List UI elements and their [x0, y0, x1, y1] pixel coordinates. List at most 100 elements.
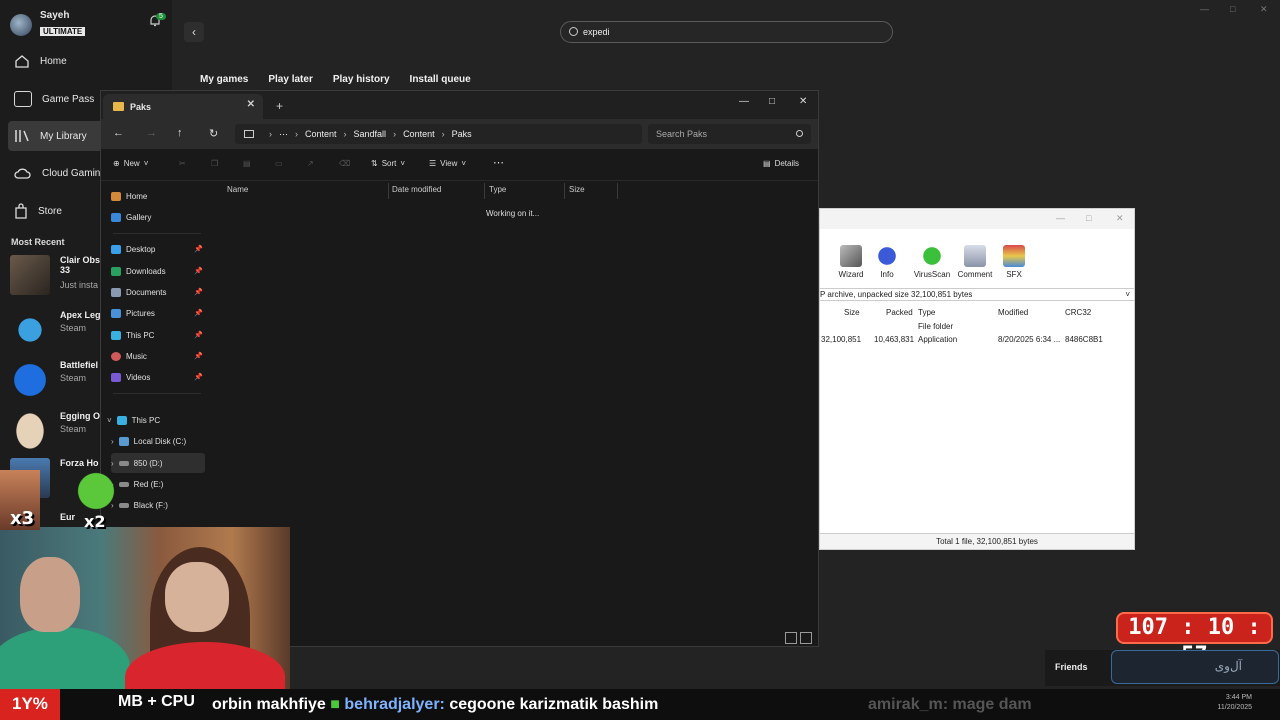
tab-install-queue[interactable]: Install queue	[410, 74, 471, 85]
column-divider[interactable]	[388, 183, 389, 199]
recent-item[interactable]: Egging O Steam	[10, 411, 100, 451]
info-button[interactable]: Info	[862, 245, 912, 279]
nav-label: Game Pass	[42, 93, 95, 105]
minimize-icon[interactable]: —	[739, 96, 749, 107]
column-divider[interactable]	[484, 183, 485, 199]
details-view-icon[interactable]	[785, 632, 797, 644]
recent-item[interactable]: Apex Leg Steam	[10, 310, 100, 350]
tab-play-later[interactable]: Play later	[268, 74, 312, 85]
friends-search-input[interactable]: آل‌وی	[1111, 650, 1279, 684]
recent-name: Clair Obs 33	[60, 255, 100, 275]
nav-videos[interactable]: Videos 📌	[111, 367, 205, 387]
column-header-type[interactable]: Type	[918, 308, 935, 317]
share-icon[interactable]: ↗	[307, 159, 314, 168]
chat-ticker: 1Y% MB + CPU orbin makhfiye ■ behradjaly…	[0, 689, 1280, 720]
column-header-name[interactable]: Name	[227, 185, 248, 194]
nav-home[interactable]: Home	[111, 186, 205, 206]
nav-this-pc-pinned[interactable]: This PC 📌	[111, 325, 205, 345]
back-button[interactable]: ‹	[184, 22, 204, 42]
forward-arrow-icon[interactable]: →	[146, 127, 157, 139]
profile[interactable]: Sayeh ULTIMATE	[10, 10, 86, 39]
nav-desktop[interactable]: Desktop 📌	[111, 239, 205, 259]
view-button[interactable]: ☰ View ˅	[429, 159, 466, 168]
avatar	[10, 13, 32, 36]
tiles-view-icon[interactable]	[800, 632, 812, 644]
more-icon[interactable]: ⋯	[279, 129, 288, 140]
column-divider[interactable]	[564, 183, 565, 199]
home-icon	[15, 55, 29, 68]
taskbar-clock[interactable]: 3:44 PM 11/20/2025	[1210, 693, 1252, 713]
maximize-icon[interactable]: □	[769, 96, 775, 107]
recent-item[interactable]: Battlefiel Steam	[10, 360, 100, 400]
paste-icon[interactable]: ▤	[243, 159, 251, 168]
nav-drive-e[interactable]: ›Red (E:)	[111, 474, 205, 494]
column-header-packed[interactable]: Packed	[886, 308, 913, 317]
breadcrumb-item[interactable]: Content	[305, 129, 337, 139]
nav-label: Documents	[126, 287, 167, 297]
up-arrow-icon[interactable]: ↑	[177, 127, 183, 139]
delete-icon[interactable]: ⌫	[339, 159, 350, 168]
tab-play-history[interactable]: Play history	[333, 74, 390, 85]
sort-label: Sort	[381, 159, 397, 168]
recent-item[interactable]: Clair Obs 33 Just insta	[10, 255, 100, 295]
nav-music[interactable]: Music 📌	[111, 346, 205, 366]
new-button[interactable]: ⊕ New ˅	[113, 159, 148, 168]
nav-downloads[interactable]: Downloads 📌	[111, 261, 205, 281]
breadcrumb-item[interactable]: Content	[403, 129, 435, 139]
explorer-tab[interactable]: Paks ✕	[103, 94, 263, 119]
back-arrow-icon[interactable]: ←	[113, 127, 124, 139]
nav-gallery[interactable]: Gallery	[111, 207, 205, 227]
nav-label: Home	[40, 55, 67, 67]
game-thumbnail	[10, 360, 50, 400]
column-header-size[interactable]: Size	[569, 185, 585, 194]
chevron-down-icon[interactable]: ˅	[1125, 289, 1130, 300]
sort-button[interactable]: ⇅ Sort ˅	[371, 159, 405, 168]
nav-label: Gallery	[126, 212, 152, 222]
nav-label: My Library	[40, 130, 87, 142]
breadcrumb-item[interactable]: Paks	[452, 129, 472, 139]
nav-drive-d[interactable]: › 850 (D:)	[111, 453, 205, 473]
column-header-modified[interactable]: Modified	[998, 308, 1028, 317]
nav-drive-f[interactable]: ›Black (F:)	[111, 495, 205, 515]
column-header-date-modified[interactable]: Date modified	[392, 185, 441, 194]
sfx-button[interactable]: SFX	[989, 245, 1039, 279]
stream-timer: 107 : 10 : 57	[1116, 612, 1273, 668]
close-icon[interactable]: ✕	[799, 96, 807, 107]
archive-path-bar[interactable]: P archive, unpacked size 32,100,851 byte…	[820, 288, 1134, 301]
close-icon[interactable]: ✕	[247, 99, 255, 110]
copy-icon[interactable]: ❐	[211, 159, 218, 168]
address-bar[interactable]: › ⋯ › Content › Sandfall › Content › Pak…	[235, 124, 642, 144]
rename-icon[interactable]: ▭	[275, 159, 283, 168]
nav-home[interactable]: Home	[8, 46, 168, 76]
tab-my-games[interactable]: My games	[200, 74, 248, 85]
pin-icon: 📌	[194, 310, 203, 317]
search-input[interactable]: expedi	[560, 21, 893, 43]
explorer-search-input[interactable]: Search Paks	[648, 124, 811, 144]
winrar-titlebar: — □ ✕	[820, 209, 1134, 229]
column-divider[interactable]	[617, 183, 618, 199]
nav-documents[interactable]: Documents 📌	[111, 282, 205, 302]
column-header-size[interactable]: Size	[844, 308, 860, 317]
music-icon	[111, 351, 121, 361]
close-icon[interactable]: ✕	[1116, 213, 1124, 224]
column-header-type[interactable]: Type	[489, 185, 506, 194]
explorer-titlebar: Paks ✕ + — □ ✕	[101, 91, 818, 119]
more-options-icon[interactable]: ⋯	[493, 156, 504, 169]
new-tab-icon[interactable]: +	[276, 99, 283, 113]
minimize-icon[interactable]: —	[1056, 213, 1065, 223]
breadcrumb-item[interactable]: Sandfall	[354, 129, 387, 139]
details-button[interactable]: ▤ Details	[763, 159, 799, 168]
pictures-icon	[111, 308, 121, 318]
refresh-icon[interactable]: ↻	[209, 127, 218, 140]
cut-icon[interactable]: ✂	[179, 159, 186, 168]
chat-username: behradjalyer:	[344, 696, 445, 713]
nav-local-disk-c[interactable]: › Local Disk (C:)	[111, 431, 205, 451]
close-icon[interactable]: ✕	[1260, 4, 1268, 15]
maximize-icon[interactable]: □	[1230, 4, 1235, 14]
maximize-icon[interactable]: □	[1086, 213, 1091, 223]
minimize-icon[interactable]: —	[1200, 4, 1209, 14]
nav-this-pc[interactable]: ˅ This PC	[107, 410, 201, 430]
column-header-crc32[interactable]: CRC32	[1065, 308, 1091, 317]
tab-title: Paks	[130, 101, 152, 112]
nav-pictures[interactable]: Pictures 📌	[111, 303, 205, 323]
